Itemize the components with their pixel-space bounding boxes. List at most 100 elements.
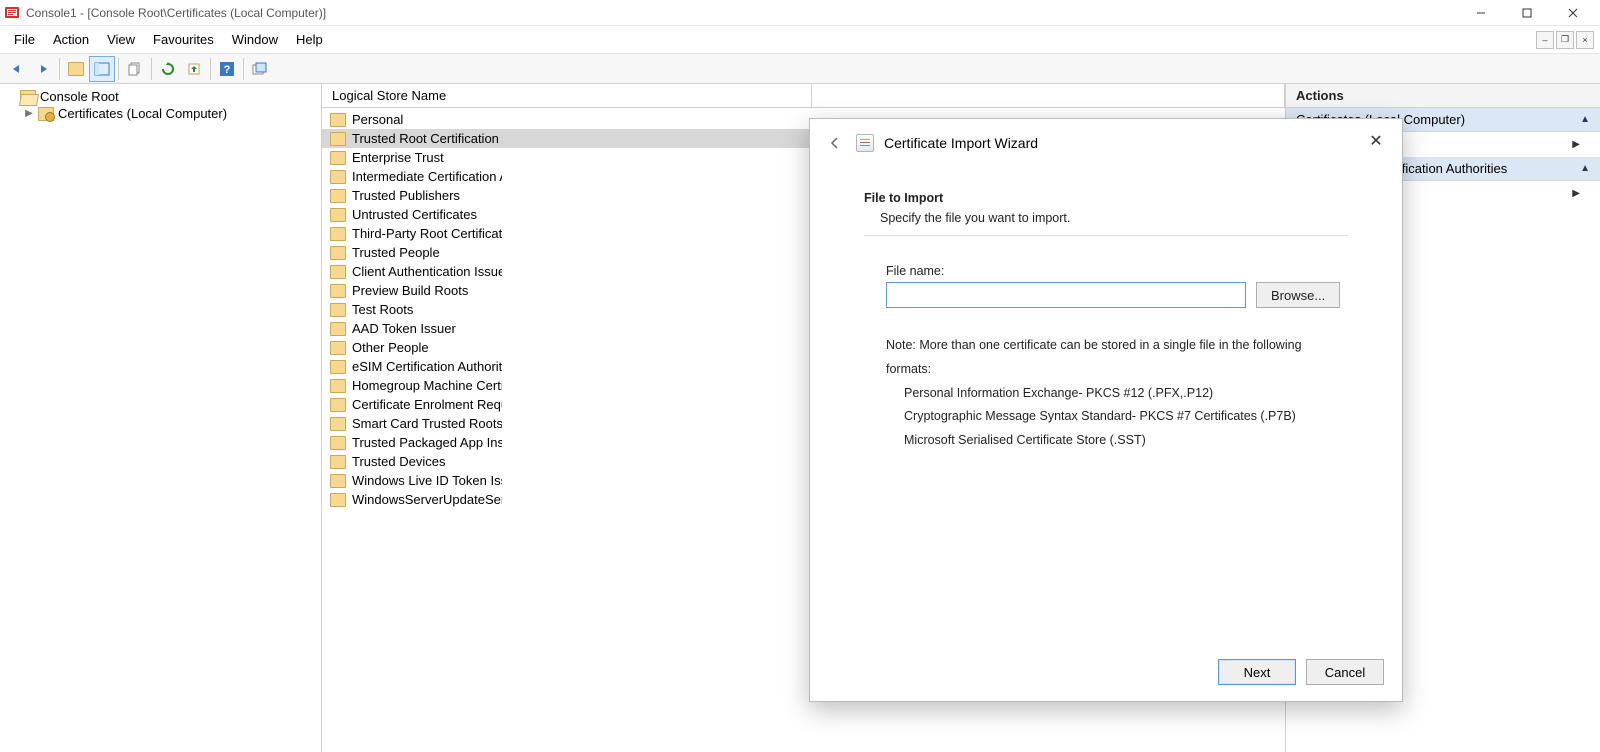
store-row-label: Client Authentication Issuers	[352, 264, 502, 279]
folder-icon	[330, 417, 346, 431]
store-row-label: Preview Build Roots	[352, 283, 468, 298]
column-header-logical-store[interactable]: Logical Store Name	[322, 84, 812, 107]
tree-root[interactable]: Console Root	[6, 88, 315, 105]
folder-icon	[330, 436, 346, 450]
toolbar-help-button[interactable]: ?	[214, 56, 240, 82]
store-row-label: Trusted Publishers	[352, 188, 460, 203]
window-title: Console1 - [Console Root\Certificates (L…	[26, 6, 326, 20]
store-row-label: eSIM Certification Authorities	[352, 359, 502, 374]
folder-icon	[20, 90, 36, 104]
collapse-icon[interactable]: ▲	[1580, 114, 1590, 125]
dialog-close-button[interactable]: ✕	[1364, 129, 1388, 153]
menu-favourites[interactable]: Favourites	[145, 29, 222, 50]
chevron-right-icon[interactable]: ▶	[24, 108, 34, 119]
store-row-label: Enterprise Trust	[352, 150, 444, 165]
folder-icon	[330, 284, 346, 298]
dialog-title: Certificate Import Wizard	[884, 135, 1038, 151]
window-close-button[interactable]	[1550, 2, 1596, 24]
mdi-restore-icon[interactable]: ❐	[1556, 31, 1574, 49]
folder-icon	[330, 303, 346, 317]
store-row-label: Smart Card Trusted Roots	[352, 416, 502, 431]
store-row-label: Certificate Enrolment Requests	[352, 397, 502, 412]
folder-icon	[330, 360, 346, 374]
toolbar-up-button[interactable]	[63, 56, 89, 82]
certificate-import-wizard-dialog: ✕ Certificate Import Wizard File to Impo…	[809, 118, 1403, 702]
chevron-right-icon: ▶	[1572, 139, 1580, 150]
certificate-wizard-icon	[856, 134, 874, 152]
store-row-label: Trusted People	[352, 245, 440, 260]
folder-icon	[330, 208, 346, 222]
menu-bar: File Action View Favourites Window Help …	[0, 26, 1600, 54]
toolbar-back-button[interactable]	[4, 56, 30, 82]
folder-icon	[330, 132, 346, 146]
window-titlebar: Console1 - [Console Root\Certificates (L…	[0, 0, 1600, 26]
toolbar-new-window-button[interactable]	[247, 56, 273, 82]
store-row-label: AAD Token Issuer	[352, 321, 456, 336]
menu-view[interactable]: View	[99, 29, 143, 50]
folder-icon	[330, 113, 346, 127]
menu-action[interactable]: Action	[45, 29, 97, 50]
mdi-minimize-icon[interactable]: –	[1536, 31, 1554, 49]
next-button[interactable]: Next	[1218, 659, 1296, 685]
store-row-label: WindowsServerUpdateServices	[352, 492, 502, 507]
note-intro: Note: More than one certificate can be s…	[886, 334, 1348, 382]
folder-icon	[330, 341, 346, 355]
folder-icon	[330, 455, 346, 469]
list-header[interactable]: Logical Store Name	[322, 84, 1285, 108]
toolbar-forward-button[interactable]	[30, 56, 56, 82]
menu-file[interactable]: File	[6, 29, 43, 50]
note-format-sst: Microsoft Serialised Certificate Store (…	[904, 429, 1348, 453]
mdi-close-icon[interactable]: ×	[1576, 31, 1594, 49]
menu-window[interactable]: Window	[224, 29, 286, 50]
cancel-button[interactable]: Cancel	[1306, 659, 1384, 685]
dialog-back-button[interactable]	[824, 132, 846, 154]
file-name-input[interactable]	[886, 282, 1246, 308]
folder-icon	[330, 379, 346, 393]
folder-icon	[330, 227, 346, 241]
folder-icon	[330, 189, 346, 203]
browse-button[interactable]: Browse...	[1256, 282, 1340, 308]
file-name-label: File name:	[886, 264, 1348, 278]
store-row-label: Trusted Root Certification Authorities	[352, 131, 502, 146]
folder-icon	[330, 322, 346, 336]
folder-icon	[330, 474, 346, 488]
toolbar-show-tree-button[interactable]	[89, 56, 115, 82]
collapse-icon[interactable]: ▲	[1580, 163, 1590, 174]
store-row-label: Intermediate Certification Authorities	[352, 169, 502, 184]
menu-help[interactable]: Help	[288, 29, 331, 50]
store-row-label: Trusted Packaged App Installation Author…	[352, 435, 502, 450]
store-row-label: Trusted Devices	[352, 454, 445, 469]
toolbar-copy-button[interactable]	[122, 56, 148, 82]
dialog-section-heading: File to Import	[864, 191, 1348, 205]
divider	[864, 235, 1348, 236]
tree-root-label: Console Root	[40, 89, 119, 104]
store-row-label: Other People	[352, 340, 429, 355]
store-row-label: Third-Party Root Certification Authoriti…	[352, 226, 502, 241]
svg-text:?: ?	[224, 64, 231, 76]
note-format-p7b: Cryptographic Message Syntax Standard- P…	[904, 405, 1348, 429]
actions-header: Actions	[1286, 84, 1600, 108]
folder-icon	[330, 398, 346, 412]
store-row-label: Windows Live ID Token Issuer	[352, 473, 502, 488]
dialog-section-subheading: Specify the file you want to import.	[880, 211, 1348, 225]
folder-icon	[330, 151, 346, 165]
store-row-label: Test Roots	[352, 302, 413, 317]
tree-child-certificates[interactable]: ▶ Certificates (Local Computer)	[6, 105, 315, 122]
window-maximize-button[interactable]	[1504, 2, 1550, 24]
certificate-store-icon	[38, 107, 54, 121]
folder-icon	[330, 265, 346, 279]
store-row-label: Personal	[352, 112, 403, 127]
toolbar-refresh-button[interactable]	[155, 56, 181, 82]
tree-pane[interactable]: Console Root ▶ Certificates (Local Compu…	[0, 84, 322, 752]
tree-child-label: Certificates (Local Computer)	[58, 106, 227, 121]
window-minimize-button[interactable]	[1458, 2, 1504, 24]
folder-icon	[330, 170, 346, 184]
store-row-label: Untrusted Certificates	[352, 207, 477, 222]
toolbar-export-button[interactable]	[181, 56, 207, 82]
list-pane: Logical Store Name Personal Trusted Root …	[322, 84, 1286, 752]
chevron-right-icon: ▶	[1572, 188, 1580, 199]
toolbar: ?	[0, 54, 1600, 84]
folder-icon	[330, 493, 346, 507]
note-format-pfx: Personal Information Exchange- PKCS #12 …	[904, 382, 1348, 406]
folder-icon	[330, 246, 346, 260]
